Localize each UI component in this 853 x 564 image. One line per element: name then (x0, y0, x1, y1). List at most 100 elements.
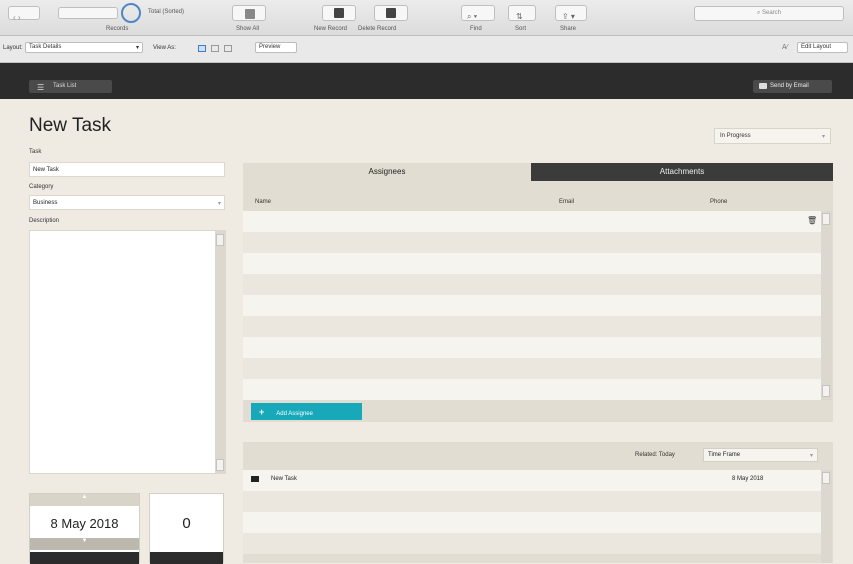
plus-icon: + (259, 407, 265, 417)
records-label: Records (106, 26, 129, 32)
description-scrollbar[interactable] (215, 231, 226, 473)
chevron-down-icon: ▾ (809, 453, 813, 459)
scroll-up-thumb[interactable] (822, 213, 830, 225)
share-button[interactable]: ⇪ ▾ (555, 5, 587, 21)
page-title: New Task (29, 115, 112, 136)
table-view-icon[interactable] (224, 45, 232, 52)
tabs: Assignees Attachments (243, 163, 833, 181)
sort-button[interactable]: ⇅ (508, 5, 536, 21)
show-all-label: Show All (236, 26, 260, 32)
trash-icon[interactable]: 🗑 (807, 216, 817, 225)
column-header-email: Email (559, 199, 575, 205)
task-list-label: Task List (53, 83, 77, 89)
task-icon (251, 476, 259, 482)
next-day-button[interactable]: ▼ (30, 538, 139, 550)
previous-day-button[interactable]: ▲ (30, 494, 139, 506)
scroll-up-thumb[interactable] (822, 472, 830, 484)
timeframe-select[interactable]: Time Frame ▾ (703, 448, 818, 462)
count-widget: 0 (149, 493, 224, 564)
list-item[interactable] (243, 533, 821, 554)
related-item-date: 8 May 2018 (732, 476, 764, 482)
new-record-icon (334, 8, 344, 18)
preview-button[interactable]: Preview (255, 42, 297, 53)
list-item[interactable] (243, 253, 821, 274)
assignees-list: 🗑 (243, 211, 821, 400)
delete-record-button[interactable] (374, 5, 408, 21)
find-label: Find (470, 26, 482, 32)
column-header-name: Name (255, 199, 272, 205)
status-select[interactable]: In Progress ▾ (714, 128, 831, 144)
status-value: In Progress (720, 133, 751, 139)
share-label: Share (560, 26, 577, 32)
email-icon (759, 83, 767, 89)
date-footer-bar (30, 552, 139, 564)
tab-assignees[interactable]: Assignees (243, 163, 531, 181)
tab-attachments-label: Attachments (659, 167, 705, 176)
chevron-up-icon: ▲ (81, 494, 88, 500)
search-input[interactable]: ⌕ Search (694, 6, 844, 21)
find-button[interactable]: ⌕ ▾ (461, 5, 495, 21)
category-label: Category (29, 184, 54, 190)
view-as-label: View As: (153, 45, 176, 51)
record-slider[interactable] (58, 7, 118, 19)
layout-label: Layout: (3, 45, 23, 51)
list-item[interactable] (243, 512, 821, 533)
layout-value: Task Details (29, 44, 62, 50)
list-item[interactable] (243, 316, 821, 337)
chevron-down-icon: ▾ (821, 134, 825, 140)
font-icon[interactable]: A⁄ (782, 44, 788, 51)
list-item[interactable] (243, 295, 821, 316)
search-placeholder: Search (762, 10, 782, 16)
column-header-phone: Phone (710, 199, 728, 205)
add-assignee-label: Add Assignee (276, 411, 313, 417)
task-list-button[interactable]: ☰ Task List (29, 80, 112, 93)
list-item[interactable]: 🗑 (243, 211, 821, 232)
sort-icon: ⇅ (516, 12, 523, 21)
delete-record-label: Delete Record (358, 26, 397, 32)
send-by-email-button[interactable]: Send by Email (753, 80, 832, 93)
assignees-scrollbar[interactable] (821, 211, 832, 400)
list-view-icon[interactable] (211, 45, 219, 52)
back-forward-buttons[interactable]: ‹ › (8, 6, 40, 22)
timeframe-value: Time Frame (708, 452, 741, 458)
list-item[interactable] (243, 491, 821, 512)
related-label: Related: Today (635, 452, 675, 458)
related-item-name: New Task (271, 476, 297, 482)
list-item[interactable] (243, 274, 821, 295)
related-panel: Related: Today Time Frame ▾ New Task 8 Ma… (243, 442, 833, 563)
description-field[interactable] (29, 230, 226, 474)
show-all-button[interactable] (232, 5, 266, 21)
list-icon (245, 9, 255, 19)
edit-layout-label: Edit Layout (801, 44, 832, 50)
form-view-icon[interactable] (198, 45, 206, 52)
date-widget: ▲ 8 May 2018 ▼ (29, 493, 140, 564)
scroll-down-thumb[interactable] (822, 385, 830, 397)
scroll-up-thumb[interactable] (216, 234, 224, 246)
layout-select[interactable]: Task Details ▾ (25, 42, 143, 53)
list-item[interactable] (243, 358, 821, 379)
scroll-down-thumb[interactable] (216, 459, 224, 471)
task-field[interactable]: New Task (29, 162, 225, 177)
task-value: New Task (33, 167, 59, 173)
add-assignee-button[interactable]: + Add Assignee (251, 403, 362, 420)
related-scrollbar[interactable] (821, 470, 832, 563)
layout-bar: Layout: Task Details ▾ View As: Preview A… (0, 36, 853, 63)
chevron-down-icon: ▼ (81, 538, 88, 544)
list-item[interactable] (243, 232, 821, 253)
count-value: 0 (182, 515, 191, 532)
related-list: New Task 8 May 2018 (243, 470, 821, 554)
edit-layout-button[interactable]: Edit Layout (797, 42, 848, 53)
records-total: Total (Sorted) (148, 9, 185, 15)
chevron-down-icon: ▾ (135, 45, 139, 51)
new-record-button[interactable] (322, 5, 356, 21)
list-item[interactable]: New Task 8 May 2018 (243, 470, 821, 491)
list-item[interactable] (243, 379, 821, 400)
category-field[interactable]: Business ▾ (29, 195, 225, 210)
tab-attachments[interactable]: Attachments (531, 163, 833, 181)
share-icon: ⇪ ▾ (562, 12, 575, 21)
toolbar: ‹ › Total (Sorted) Records Show All New … (0, 0, 853, 36)
assignees-panel: Name Email Phone 🗑 + Add Assignee (243, 181, 833, 422)
date-display: 8 May 2018 (50, 516, 119, 531)
list-item[interactable] (243, 337, 821, 358)
count-footer-bar (150, 552, 223, 564)
